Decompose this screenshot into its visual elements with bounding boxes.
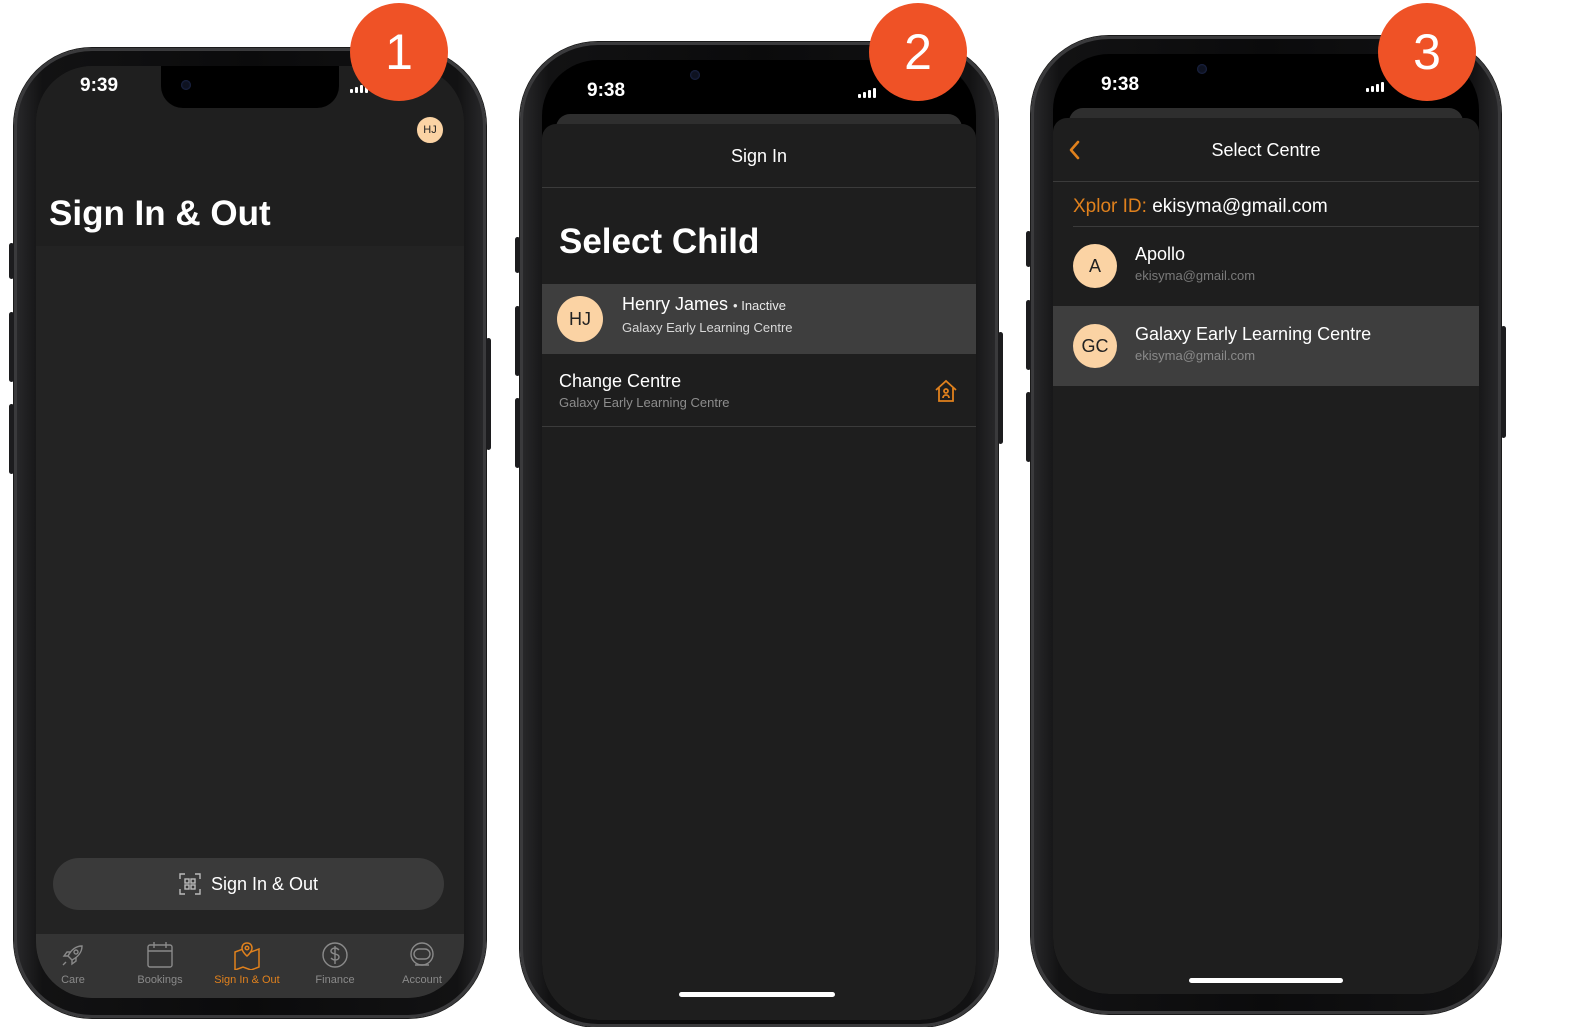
side-button — [1026, 392, 1031, 462]
astronaut-helmet-icon — [410, 942, 434, 966]
tab-sign-in-out[interactable]: Sign In & Out — [212, 940, 282, 986]
side-button — [1026, 300, 1031, 370]
child-centre: Galaxy Early Learning Centre — [622, 320, 793, 335]
centre-avatar: A — [1073, 244, 1117, 288]
home-indicator — [679, 992, 835, 997]
change-centre-row[interactable]: Change Centre Galaxy Early Learning Cent… — [542, 356, 976, 426]
status-time: 9:38 — [1101, 74, 1140, 95]
child-row[interactable]: HJ Henry James • Inactive Galaxy Early L… — [542, 284, 976, 354]
centre-name: Apollo — [1135, 244, 1186, 264]
centre-email: ekisyma@gmail.com — [1135, 268, 1256, 283]
xplor-id: Xplor ID: ekisyma@gmail.com — [1073, 196, 1328, 218]
calendar-icon — [147, 942, 173, 968]
side-button — [515, 306, 520, 376]
tab-account[interactable]: Account — [387, 940, 457, 986]
tab-bar: Care Bookings Sign In & Out Finance Acco… — [36, 934, 464, 998]
status-time: 9:38 — [587, 80, 626, 101]
centre-name: Galaxy Early Learning Centre — [1135, 324, 1372, 344]
child-name-text: Henry James — [622, 294, 729, 314]
xplor-id-label: Xplor ID: — [1073, 196, 1147, 217]
child-status: • Inactive — [733, 298, 787, 313]
map-pin-icon — [234, 942, 260, 970]
phone-frame-3: 9:38 Select Centre Xplor ID: ekisyma@gma… — [1026, 36, 1506, 1014]
signal-icon — [1366, 82, 1384, 92]
side-button — [9, 243, 14, 279]
side-button — [9, 404, 14, 474]
side-button — [515, 237, 520, 273]
tab-finance[interactable]: Finance — [300, 940, 370, 986]
sheet: Sign In Select Child HJ Henry James • In… — [542, 124, 976, 1020]
tab-label: Sign In & Out — [214, 974, 280, 986]
tab-label: Bookings — [137, 974, 183, 986]
side-button — [1026, 231, 1031, 267]
tab-label: Finance — [315, 974, 355, 986]
divider — [542, 426, 976, 427]
tab-label: Account — [402, 974, 442, 986]
nav-title: Sign In — [730, 146, 788, 166]
avatar[interactable]: HJ — [416, 116, 444, 144]
side-button — [486, 338, 491, 450]
nav-title: Select Centre — [1211, 140, 1321, 160]
centre-email: ekisyma@gmail.com — [1135, 348, 1256, 363]
screen-1: 9:39 HJ Sign In & Out Sign In & Out Care… — [36, 66, 464, 998]
phone-frame-2: 9:38 Sign In Select Child HJ Henry James… — [515, 42, 1003, 1027]
sign-in-out-button-label: Sign In & Out — [210, 873, 319, 894]
change-centre-sub: Galaxy Early Learning Centre — [559, 395, 730, 410]
camera — [1197, 64, 1207, 74]
house-icon — [935, 379, 957, 402]
step-badge-1: 1 — [350, 3, 448, 101]
sign-in-out-button[interactable]: Sign In & Out — [53, 858, 444, 910]
phone-frame-1: 9:39 HJ Sign In & Out Sign In & Out Care… — [9, 48, 491, 1018]
dollar-icon — [322, 942, 348, 968]
side-button — [515, 398, 520, 468]
camera — [690, 70, 700, 80]
xplor-id-value: ekisyma@gmail.com — [1152, 196, 1328, 217]
signal-icon — [858, 88, 876, 98]
step-badge-3: 3 — [1378, 3, 1476, 101]
tab-care[interactable]: Care — [38, 940, 108, 986]
side-button — [998, 332, 1003, 444]
change-centre-label: Change Centre — [559, 371, 682, 391]
divider — [542, 187, 976, 188]
centre-avatar: GC — [1073, 324, 1117, 368]
tab-label: Care — [61, 974, 85, 986]
centre-row[interactable]: GC Galaxy Early Learning Centre ekisyma@… — [1053, 306, 1479, 386]
step-badge-2: 2 — [869, 3, 967, 101]
child-name: Henry James • Inactive — [622, 294, 786, 315]
sheet: Select Centre Xplor ID: ekisyma@gmail.co… — [1053, 118, 1479, 994]
home-indicator — [1189, 978, 1343, 983]
side-button — [9, 312, 14, 382]
side-button — [1501, 326, 1506, 438]
tab-bookings[interactable]: Bookings — [125, 940, 195, 986]
status-time: 9:39 — [80, 75, 119, 96]
screen-3: 9:38 Select Centre Xplor ID: ekisyma@gma… — [1053, 54, 1479, 994]
page-title: Sign In & Out — [49, 194, 271, 233]
divider — [1053, 181, 1479, 182]
child-avatar: HJ — [557, 296, 603, 342]
rocket-icon — [62, 945, 83, 966]
screen-2: 9:38 Sign In Select Child HJ Henry James… — [542, 60, 976, 1020]
divider — [1073, 226, 1479, 227]
qr-scan-icon — [179, 873, 201, 895]
page-title: Select Child — [559, 222, 760, 261]
camera — [181, 80, 191, 90]
centre-row[interactable]: A Apollo ekisyma@gmail.com — [1053, 228, 1479, 306]
